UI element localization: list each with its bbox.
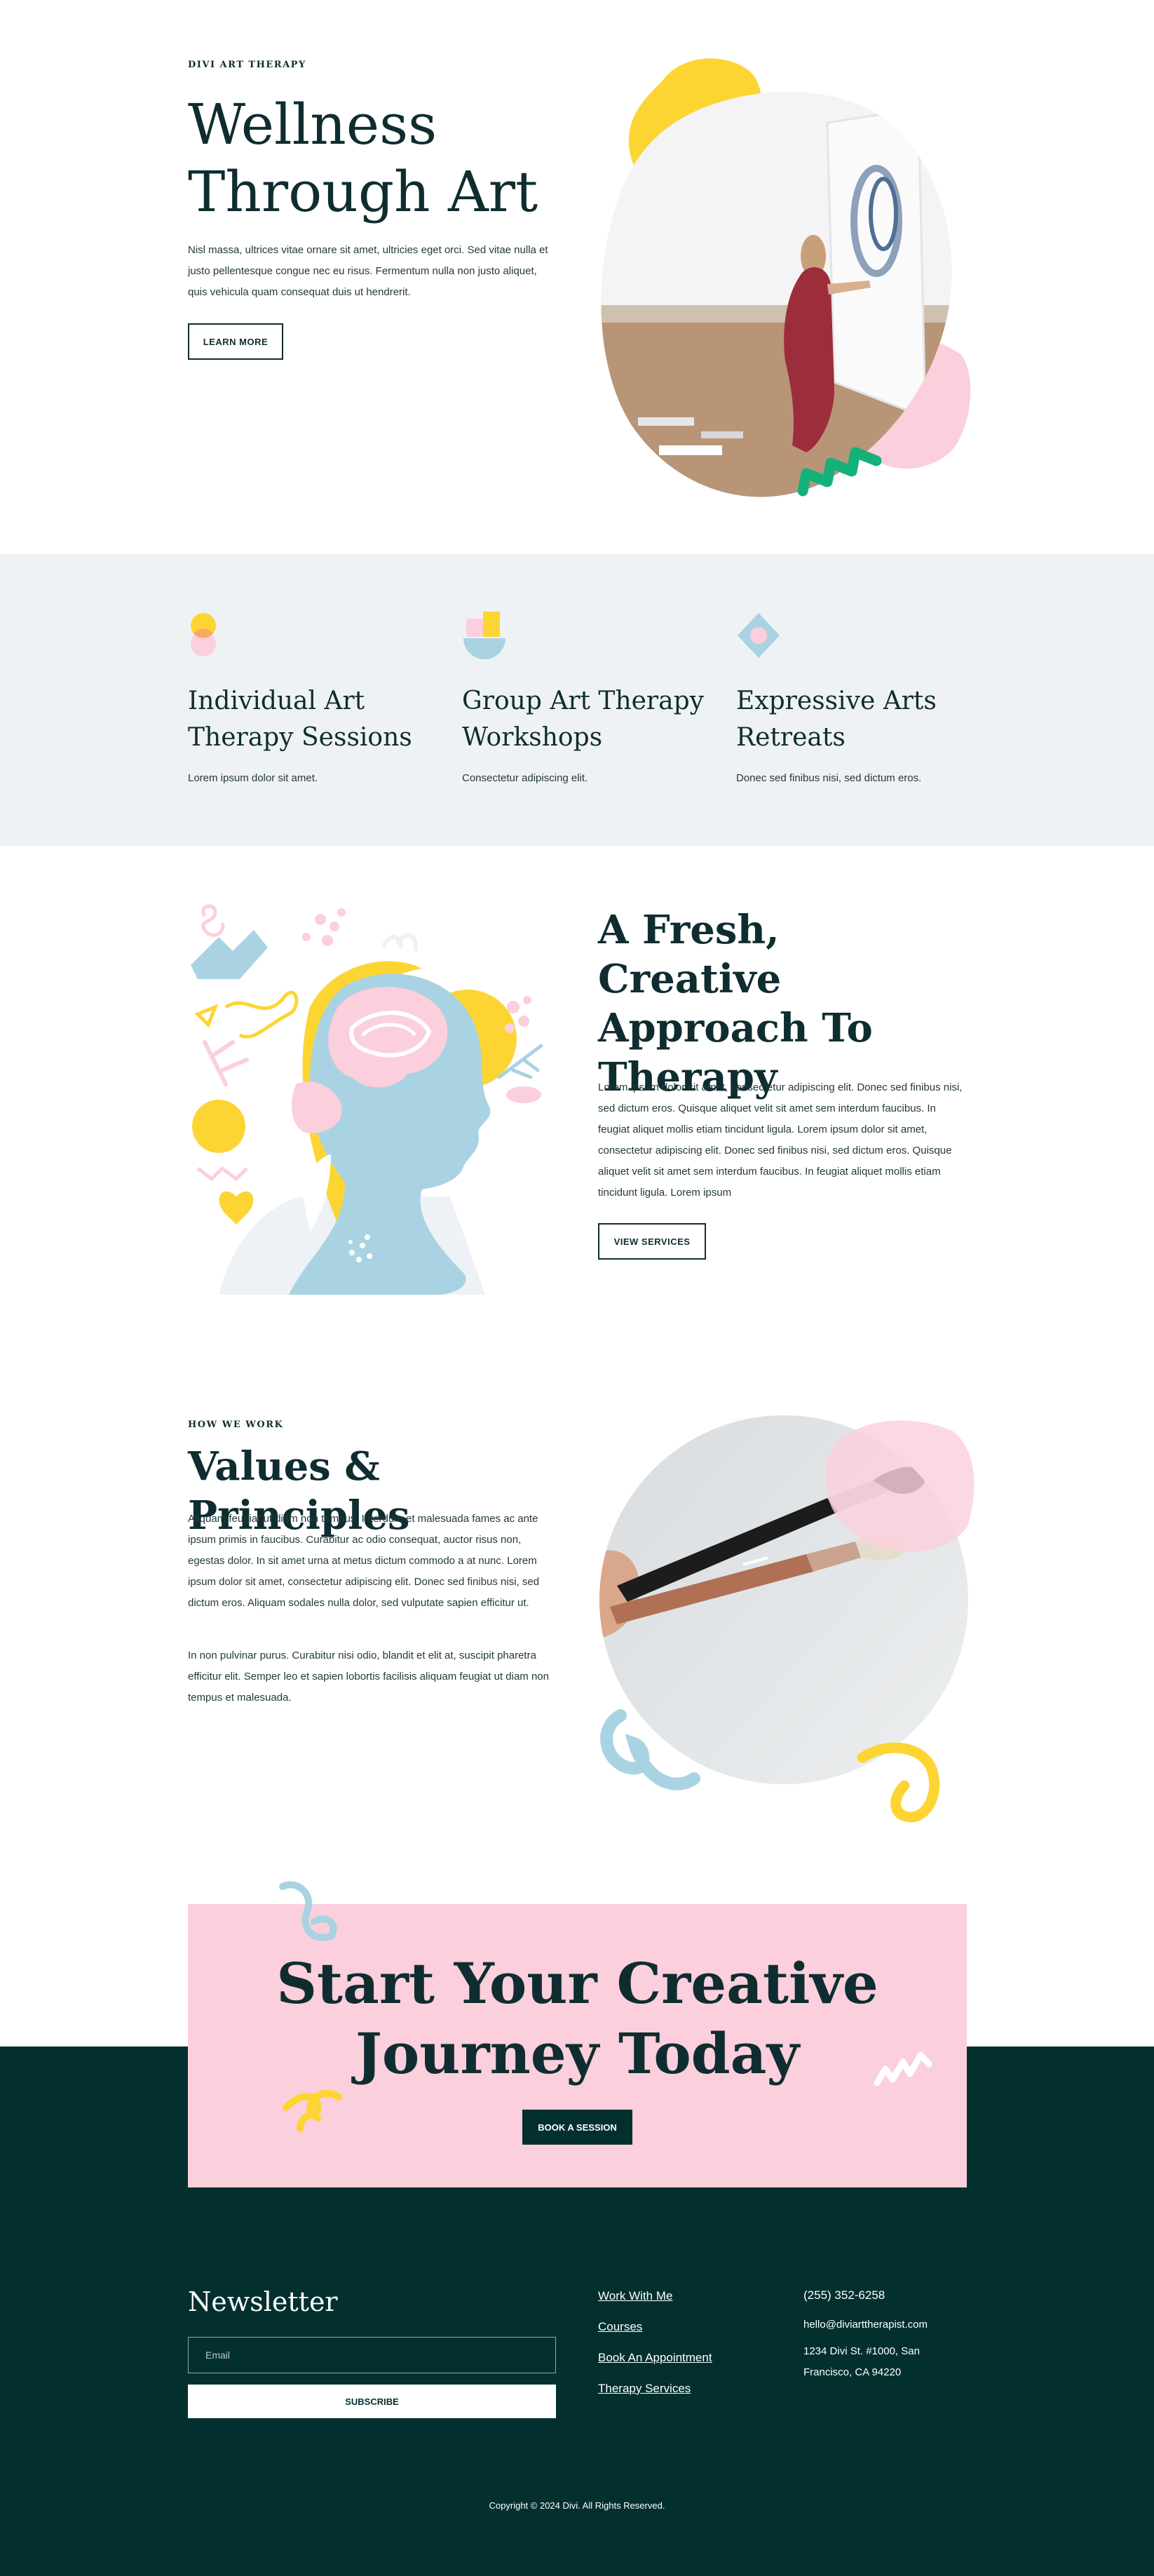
service-title: Expressive Arts Retreats — [736, 683, 1003, 756]
newsletter-title: Newsletter — [188, 2286, 338, 2317]
services-section: Individual Art Therapy Sessions Lorem ip… — [0, 554, 1154, 846]
service-title-line1: Individual Art — [188, 687, 365, 715]
diamond-icon — [738, 613, 780, 658]
footer-link-work-with-me[interactable]: Work With Me — [598, 2289, 780, 2320]
service-text: Lorem ipsum dolor sit amet. — [188, 772, 318, 784]
values-section: HOW WE WORK Values & Principles Aliquam … — [0, 1351, 1154, 1870]
semicircle-squares-icon — [463, 612, 505, 659]
footer-address-line2: Francisco, CA 94220 — [803, 2366, 902, 2378]
view-services-button[interactable]: VIEW SERVICES — [598, 1223, 706, 1260]
hero-eyebrow: DIVI ART THERAPY — [188, 60, 306, 70]
service-title-line1: Group Art Therapy — [462, 687, 704, 715]
footer-link-courses[interactable]: Courses — [598, 2320, 780, 2351]
service-title-line2: Retreats — [736, 723, 846, 752]
approach-description: Lorem ipsum dolor sit amet, consectetur … — [598, 1081, 963, 1199]
footer-phone: (255) 352-6258 — [803, 2288, 885, 2302]
approach-title: A Fresh, Creative Approach To Therapy — [598, 905, 963, 1102]
service-card-retreats: Expressive Arts Retreats Donec sed finib… — [736, 610, 1003, 787]
hero-title-line2: Through Art — [188, 159, 538, 224]
values-paragraph-2: In non pulvinar purus. Curabitur nisi od… — [188, 1650, 549, 1704]
cta-title-line2: Journey Today — [355, 2021, 799, 2086]
service-text: Donec sed finibus nisi, sed dictum eros. — [736, 772, 922, 784]
service-title-line1: Expressive Arts — [736, 687, 937, 715]
service-title: Group Art Therapy Workshops — [462, 683, 728, 756]
service-card-group: Group Art Therapy Workshops Consectetur … — [462, 610, 728, 787]
approach-title-line2: Approach To — [598, 1005, 873, 1051]
values-paragraph-1: Aliquam feugiat ut diam non tempus. Inte… — [188, 1513, 540, 1609]
footer-email: hello@diviarttherapist.com — [803, 2319, 928, 2331]
blue-squiggle-icon — [279, 1881, 337, 1941]
values-eyebrow: HOW WE WORK — [188, 1420, 284, 1430]
service-text: Consectetur adipiscing elit. — [462, 772, 588, 784]
hero-title: Wellness Through Art — [188, 91, 581, 226]
paintbrush-illustration — [599, 1415, 975, 1823]
cta-title: Start Your Creative Journey Today — [188, 1948, 967, 2089]
circles-icon — [191, 613, 216, 656]
service-title-line2: Workshops — [462, 723, 603, 752]
service-card-individual: Individual Art Therapy Sessions Lorem ip… — [188, 610, 454, 787]
cta-card: Start Your Creative Journey Today BOOK A… — [188, 1881, 967, 2187]
hero-illustration — [601, 58, 971, 497]
footer-link-therapy-services[interactable]: Therapy Services — [598, 2382, 780, 2413]
approach-title-line1: A Fresh, Creative — [598, 907, 782, 1002]
service-title-line2: Therapy Sessions — [188, 723, 412, 752]
copyright-text: Copyright © 2024 Divi. All Rights Reserv… — [489, 2500, 665, 2511]
hero-title-line1: Wellness — [188, 92, 437, 157]
footer-contact: (255) 352-6258 hello@diviarttherapist.co… — [803, 2285, 972, 2383]
service-title: Individual Art Therapy Sessions — [188, 683, 454, 756]
footer-link-book-appointment[interactable]: Book An Appointment — [598, 2351, 780, 2382]
book-session-button[interactable]: BOOK A SESSION — [522, 2110, 632, 2145]
head-illustration — [191, 904, 543, 1295]
email-field[interactable]: Email — [188, 2337, 556, 2373]
footer: Newsletter Email SUBSCRIBE Work With Me … — [0, 2258, 1154, 2576]
subscribe-button[interactable]: SUBSCRIBE — [188, 2385, 556, 2418]
cta-title-line1: Start Your Creative — [276, 1950, 878, 2016]
approach-section: A Fresh, Creative Approach To Therapy Lo… — [0, 846, 1154, 1351]
hero-section: DIVI ART THERAPY Wellness Through Art Ni… — [0, 0, 1154, 554]
hero-description: Nisl massa, ultrices vitae ornare sit am… — [188, 244, 548, 298]
learn-more-button[interactable]: LEARN MORE — [188, 323, 283, 360]
footer-address-line1: 1234 Divi St. #1000, San — [803, 2345, 920, 2357]
footer-nav: Work With Me Courses Book An Appointment… — [598, 2289, 780, 2413]
